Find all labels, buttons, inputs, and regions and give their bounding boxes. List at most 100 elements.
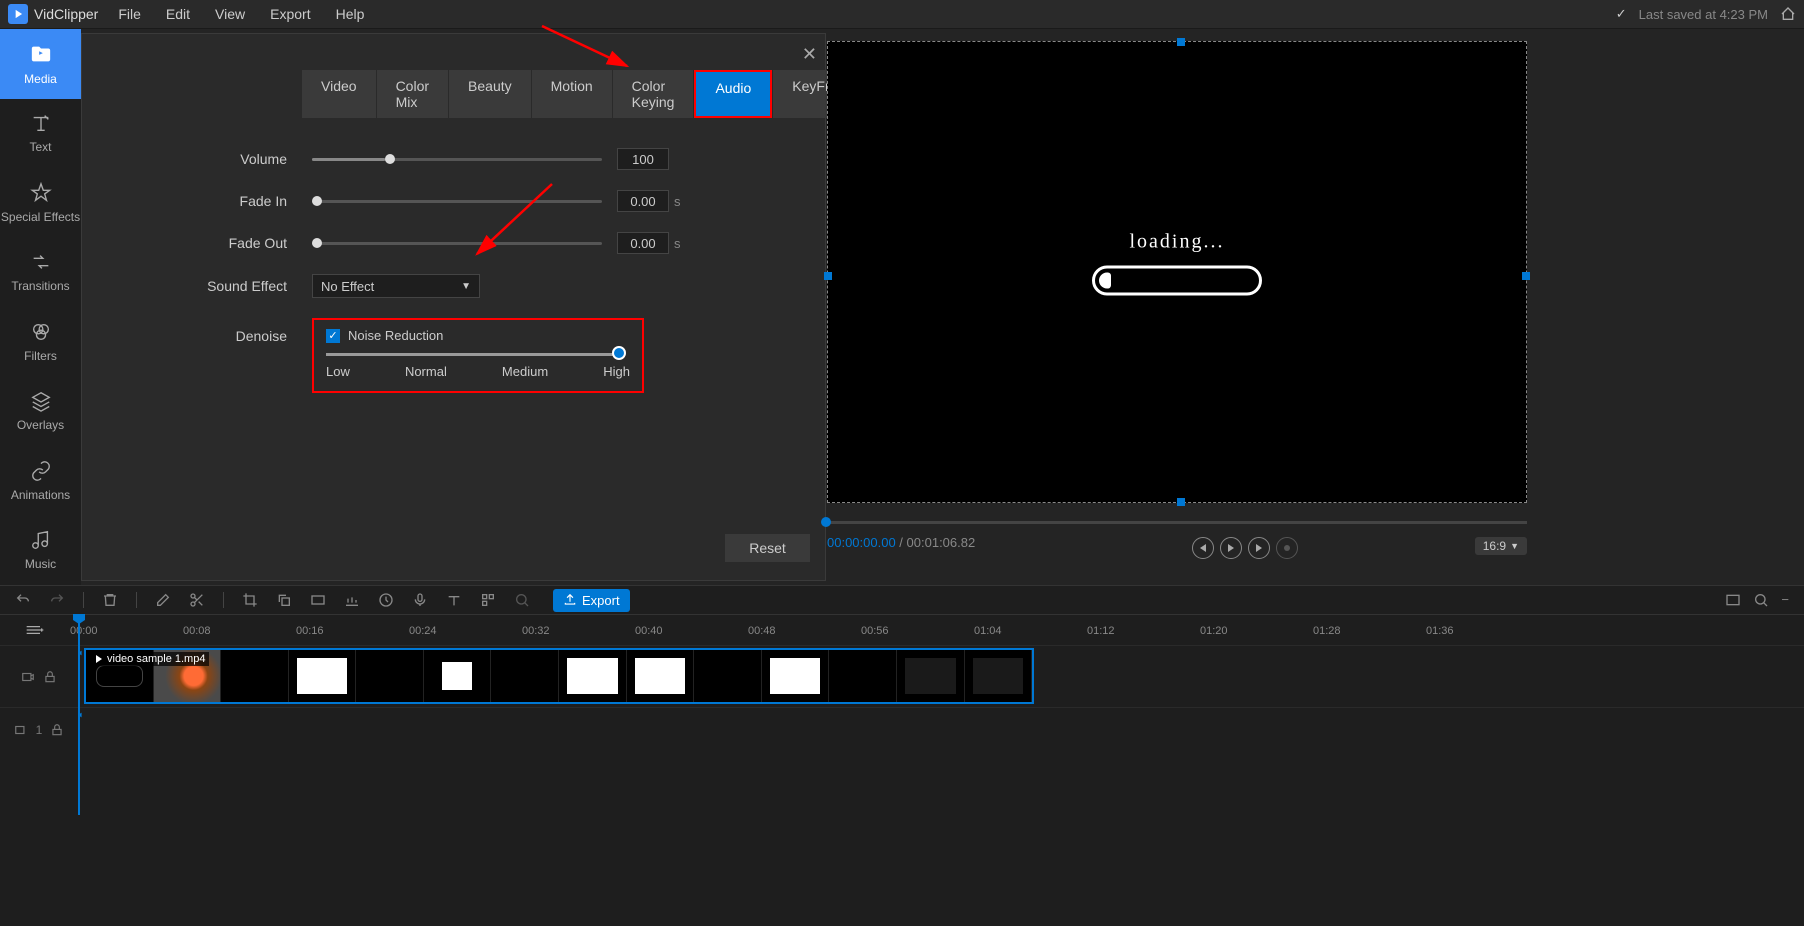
menu-file[interactable]: File [118, 6, 141, 22]
zoom-out-icon[interactable]: − [1781, 592, 1789, 608]
track-video-icon[interactable] [21, 670, 35, 684]
resize-handle-left[interactable] [824, 272, 832, 280]
prev-frame-button[interactable] [1192, 537, 1214, 559]
export-button[interactable]: Export [553, 589, 630, 612]
denoise-level-normal: Normal [405, 364, 447, 379]
tab-video[interactable]: Video [302, 70, 376, 118]
volume-label: Volume [202, 151, 312, 167]
volume-slider[interactable] [312, 158, 602, 161]
ruler-tick: 01:20 [1200, 625, 1228, 637]
sound-effect-label: Sound Effect [202, 278, 312, 294]
edit-icon[interactable] [155, 592, 171, 608]
chart-icon[interactable] [344, 592, 360, 608]
copy-icon[interactable] [276, 592, 292, 608]
video-clip[interactable]: video sample 1.mp4 [84, 648, 1034, 704]
denoise-label: Denoise [202, 318, 312, 344]
aspect-ratio-selector[interactable]: 16:9 ▼ [1475, 537, 1527, 555]
fadeout-row: Fade Out s [82, 232, 825, 254]
music-icon [30, 529, 52, 551]
clip-name: video sample 1.mp4 [107, 653, 205, 665]
menu-export[interactable]: Export [270, 6, 310, 22]
zoom-icon[interactable] [1753, 592, 1769, 608]
undo-icon[interactable] [15, 592, 31, 608]
export-label: Export [582, 593, 620, 608]
denoise-slider[interactable] [326, 353, 621, 356]
timeline: 00:0000:0800:1600:2400:3200:4000:4800:56… [0, 615, 1804, 926]
sidebar-item-animations[interactable]: Animations [0, 446, 81, 516]
track-number: 1 [36, 723, 43, 737]
crop-icon[interactable] [242, 592, 258, 608]
menu-edit[interactable]: Edit [166, 6, 190, 22]
sound-effect-value: No Effect [321, 279, 374, 294]
fadeout-label: Fade Out [202, 235, 312, 251]
app-logo [8, 4, 28, 24]
seek-thumb[interactable] [821, 517, 831, 527]
track-icon[interactable] [14, 723, 28, 737]
ruler-tick: 00:40 [635, 625, 663, 637]
close-icon[interactable]: ✕ [802, 44, 817, 65]
tab-audio[interactable]: Audio [694, 70, 772, 118]
mic-icon[interactable] [412, 592, 428, 608]
timeline-toolbar: Export − [0, 585, 1804, 615]
text-icon [30, 112, 52, 134]
menu-help[interactable]: Help [336, 6, 365, 22]
audio-controls: Volume Fade In s Fade Out s Sound Effe [82, 148, 825, 393]
cut-icon[interactable] [189, 592, 205, 608]
sidebar-label-music: Music [25, 557, 56, 571]
preview-panel[interactable]: loading... [827, 41, 1527, 503]
resize-handle-bottom[interactable] [1177, 498, 1185, 506]
denoise-level-medium: Medium [502, 364, 548, 379]
lock-icon[interactable] [50, 723, 64, 737]
playhead[interactable] [78, 615, 80, 815]
sound-effect-dropdown[interactable]: No Effect ▼ [312, 274, 480, 298]
sidebar-label-effects: Special Effects [1, 210, 80, 224]
sidebar-item-overlays[interactable]: Overlays [0, 377, 81, 447]
ruler-tick: 00:00 [70, 625, 98, 637]
mosaic-icon[interactable] [480, 592, 496, 608]
check-icon: ✓ [1616, 6, 1627, 22]
fadeout-input[interactable] [617, 232, 669, 254]
next-frame-button[interactable] [1248, 537, 1270, 559]
sidebar-label-filters: Filters [24, 349, 57, 363]
resize-handle-top[interactable] [1177, 38, 1185, 46]
sidebar-item-transitions[interactable]: Transitions [0, 238, 81, 308]
menu-view[interactable]: View [215, 6, 245, 22]
fadein-input[interactable] [617, 190, 669, 212]
ruler-tick: 01:36 [1426, 625, 1454, 637]
volume-input[interactable] [617, 148, 669, 170]
denoise-thumb[interactable] [612, 346, 626, 360]
text-tool-icon[interactable] [446, 592, 462, 608]
fit-icon[interactable] [1725, 592, 1741, 608]
time-ruler[interactable]: 00:0000:0800:1600:2400:3200:4000:4800:56… [70, 615, 1804, 645]
play-button[interactable] [1220, 537, 1242, 559]
add-track-button[interactable] [0, 623, 70, 637]
fadein-unit: s [674, 194, 681, 209]
ruler-tick: 00:24 [409, 625, 437, 637]
stop-button[interactable] [1276, 537, 1298, 559]
sidebar-item-text[interactable]: Text [0, 99, 81, 169]
lock-icon[interactable] [43, 670, 57, 684]
toolbar-right: − [1725, 592, 1789, 608]
ruler-tick: 00:08 [183, 625, 211, 637]
filters-icon [30, 321, 52, 343]
tab-beauty[interactable]: Beauty [449, 70, 531, 118]
zoom-tool-icon[interactable] [514, 592, 530, 608]
export-icon [563, 593, 577, 607]
sidebar-item-filters[interactable]: Filters [0, 307, 81, 377]
ratio-icon[interactable] [310, 592, 326, 608]
sidebar-item-media[interactable]: Media [0, 29, 81, 99]
audio-track-content[interactable] [84, 708, 1804, 751]
video-track-content[interactable]: video sample 1.mp4 [84, 646, 1804, 707]
redo-icon[interactable] [49, 592, 65, 608]
tab-color-mix[interactable]: Color Mix [377, 70, 448, 118]
reset-button[interactable]: Reset [725, 534, 810, 562]
sidebar-item-effects[interactable]: Special Effects [0, 168, 81, 238]
video-track-row: video sample 1.mp4 [0, 645, 1804, 707]
noise-reduction-checkbox[interactable]: ✓ [326, 329, 340, 343]
delete-icon[interactable] [102, 592, 118, 608]
speed-icon[interactable] [378, 592, 394, 608]
resize-handle-right[interactable] [1522, 272, 1530, 280]
sidebar-item-music[interactable]: Music [0, 516, 81, 586]
home-icon[interactable] [1780, 6, 1796, 22]
seek-slider[interactable] [825, 521, 1527, 524]
